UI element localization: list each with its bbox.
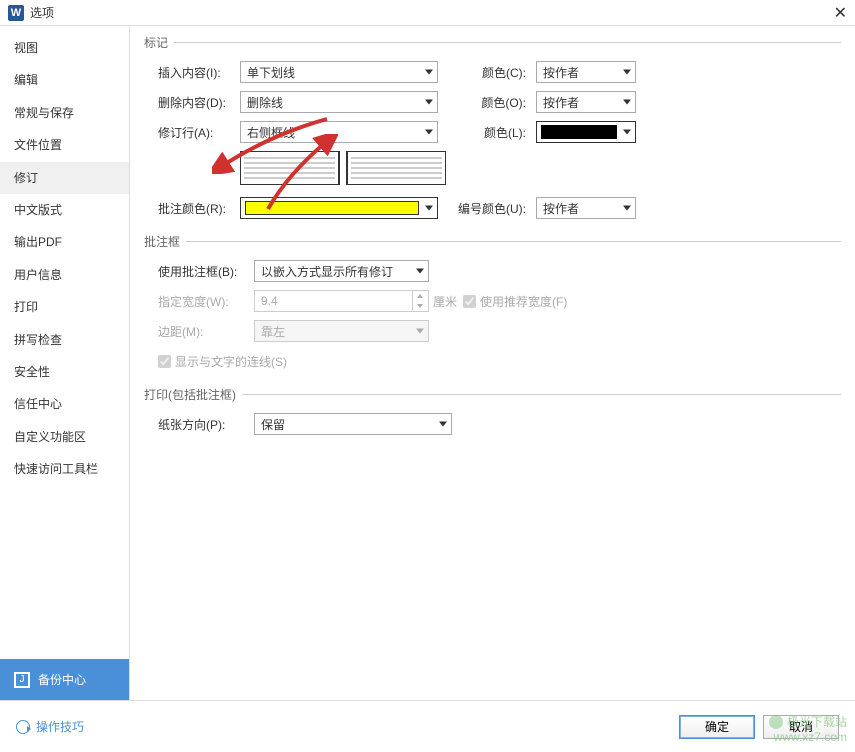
revline-label: 修订行(A): <box>158 124 240 141</box>
chevron-down-icon <box>439 422 447 427</box>
ok-button[interactable]: 确定 <box>679 715 755 739</box>
insert-label: 插入内容(I): <box>158 64 240 81</box>
cancel-button[interactable]: 取消 <box>763 715 839 739</box>
revline-color-label: 颜色(L): <box>456 124 536 141</box>
sidebar-item-revision[interactable]: 修订 <box>0 162 129 194</box>
margin-label: 边距(M): <box>158 323 254 340</box>
delete-color-dropdown[interactable]: 按作者 <box>536 91 636 113</box>
chevron-down-icon <box>623 130 631 135</box>
section-marking-legend: 标记 <box>144 34 174 51</box>
chevron-down-icon <box>425 130 433 135</box>
revline-color-dropdown[interactable] <box>536 121 636 143</box>
width-label: 指定宽度(W): <box>158 293 254 310</box>
use-balloon-label: 使用批注框(B): <box>158 263 254 280</box>
insert-dropdown[interactable]: 单下划线 <box>240 61 438 83</box>
revline-preview <box>144 151 841 185</box>
section-balloon-legend: 批注框 <box>144 233 186 250</box>
showline-checkbox: 显示与文字的连线(S) <box>158 353 287 370</box>
sidebar-item-edit[interactable]: 编辑 <box>0 64 129 96</box>
orient-dropdown[interactable]: 保留 <box>254 413 452 435</box>
revline-dropdown[interactable]: 右侧框线 <box>240 121 438 143</box>
backup-center-button[interactable]: J 备份中心 <box>0 659 129 700</box>
orient-label: 纸张方向(P): <box>158 416 254 433</box>
number-color-label: 编号颜色(U): <box>456 200 536 217</box>
recommended-width-checkbox: 使用推荐宽度(F) <box>463 293 567 310</box>
delete-label: 删除内容(D): <box>158 94 240 111</box>
number-color-dropdown[interactable]: 按作者 <box>536 197 636 219</box>
close-icon[interactable]: ✕ <box>817 3 847 23</box>
sidebar-item-pdf[interactable]: 输出PDF <box>0 226 129 258</box>
insert-color-dropdown[interactable]: 按作者 <box>536 61 636 83</box>
sidebar-item-spellcheck[interactable]: 拼写检查 <box>0 324 129 356</box>
tips-icon <box>16 720 30 734</box>
chevron-down-icon <box>425 206 433 211</box>
footer: 操作技巧 确定 取消 <box>0 700 855 752</box>
chevron-down-icon <box>416 329 424 334</box>
sidebar-item-chinese[interactable]: 中文版式 <box>0 194 129 226</box>
backup-label: 备份中心 <box>38 671 86 688</box>
title-bar: W 选项 ✕ <box>0 0 855 26</box>
chevron-down-icon <box>425 100 433 105</box>
width-spinner: 9.4 <box>254 290 429 312</box>
window-title: 选项 <box>30 4 817 21</box>
sidebar: 视图 编辑 常规与保存 文件位置 修订 中文版式 输出PDF 用户信息 打印 拼… <box>0 26 130 700</box>
sidebar-item-qat[interactable]: 快速访问工具栏 <box>0 453 129 485</box>
content-pane: 标记 插入内容(I): 单下划线 颜色(C): 按作者 删除内容(D): 删除线… <box>130 26 855 700</box>
comment-color-label: 批注颜色(R): <box>158 200 240 217</box>
delete-dropdown[interactable]: 删除线 <box>240 91 438 113</box>
spin-up-icon <box>412 291 427 301</box>
width-unit: 厘米 <box>433 293 463 310</box>
checkbox-icon <box>463 295 476 308</box>
use-balloon-dropdown[interactable]: 以嵌入方式显示所有修订 <box>254 260 429 282</box>
sidebar-item-userinfo[interactable]: 用户信息 <box>0 259 129 291</box>
tips-link[interactable]: 操作技巧 <box>16 718 84 735</box>
app-icon: W <box>8 5 24 21</box>
sidebar-item-print[interactable]: 打印 <box>0 291 129 323</box>
delete-color-label: 颜色(O): <box>456 94 536 111</box>
chevron-down-icon <box>425 70 433 75</box>
sidebar-item-ribbon[interactable]: 自定义功能区 <box>0 421 129 453</box>
chevron-down-icon <box>623 206 631 211</box>
insert-color-label: 颜色(C): <box>456 64 536 81</box>
chevron-down-icon <box>416 269 424 274</box>
margin-dropdown: 靠左 <box>254 320 429 342</box>
sidebar-item-filelocation[interactable]: 文件位置 <box>0 129 129 161</box>
preview-right-border <box>240 151 340 185</box>
sidebar-item-general[interactable]: 常规与保存 <box>0 97 129 129</box>
sidebar-item-security[interactable]: 安全性 <box>0 356 129 388</box>
sidebar-item-trust[interactable]: 信任中心 <box>0 388 129 420</box>
chevron-down-icon <box>623 100 631 105</box>
section-marking: 标记 插入内容(I): 单下划线 颜色(C): 按作者 删除内容(D): 删除线… <box>144 34 841 223</box>
backup-icon: J <box>14 672 30 688</box>
section-balloon: 批注框 使用批注框(B): 以嵌入方式显示所有修订 指定宽度(W): 9.4 厘… <box>144 233 841 376</box>
chevron-down-icon <box>623 70 631 75</box>
comment-color-dropdown[interactable] <box>240 197 438 219</box>
checkbox-icon <box>158 355 171 368</box>
section-print-legend: 打印(包括批注框) <box>144 386 242 403</box>
tips-label: 操作技巧 <box>36 718 84 735</box>
section-print: 打印(包括批注框) 纸张方向(P): 保留 <box>144 386 841 439</box>
spin-down-icon <box>412 301 427 311</box>
sidebar-item-view[interactable]: 视图 <box>0 32 129 64</box>
preview-left-border <box>346 151 446 185</box>
